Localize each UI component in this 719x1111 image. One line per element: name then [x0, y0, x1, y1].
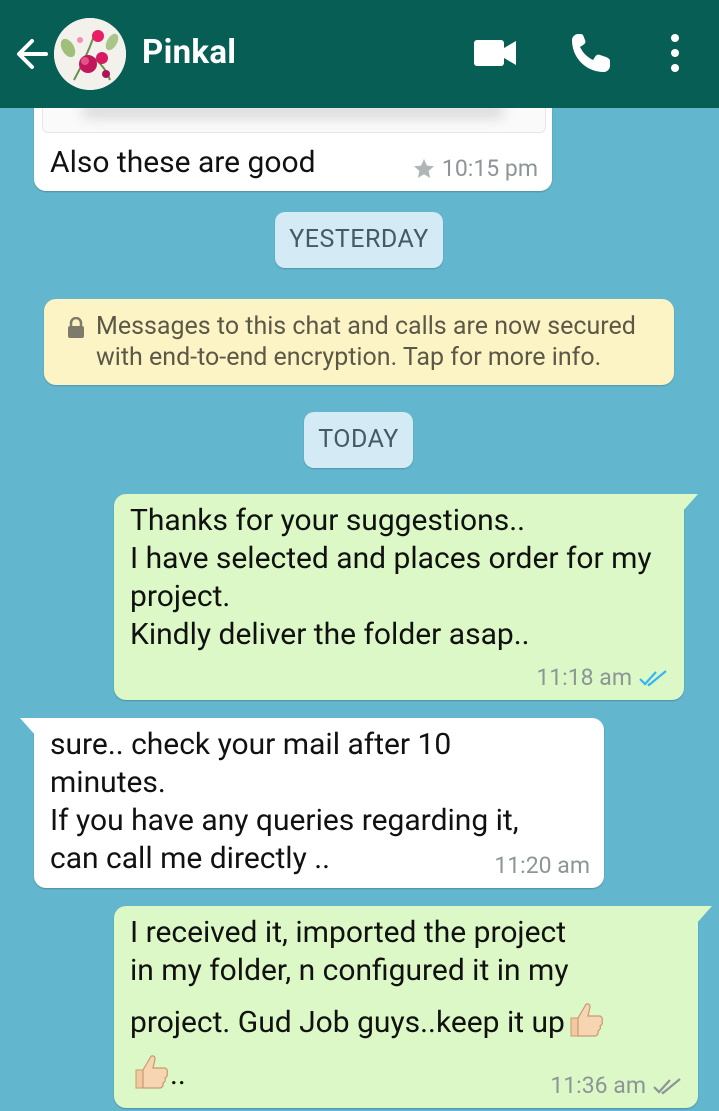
message-line: project. Gud Job guys..keep it up: [130, 1005, 565, 1040]
read-receipt-icon: [639, 670, 667, 687]
message-text: I received it, imported the project in m…: [130, 914, 690, 1094]
thumbs-up-emoji-icon: [135, 1055, 168, 1089]
message-time: 10:15 pm: [441, 155, 538, 182]
star-icon: [413, 159, 434, 178]
video-call-icon[interactable]: [470, 30, 520, 76]
message-time: 11:20 am: [494, 852, 590, 879]
message-line: ..: [170, 1057, 186, 1092]
contact-name[interactable]: Pinkal: [142, 33, 236, 73]
back-arrow-icon[interactable]: [12, 34, 52, 74]
date-divider-today: TODAY: [304, 412, 413, 468]
message-text: Also these are good: [50, 145, 316, 180]
message-meta: 10:15 pm: [412, 153, 538, 185]
message-meta: 11:20 am: [494, 850, 590, 882]
message-line-with-emoji: project. Gud Job guys..keep it up: [130, 998, 690, 1042]
more-options-icon[interactable]: [660, 30, 690, 76]
message-line: in my folder, n configured it in my: [130, 953, 569, 988]
lock-icon: [68, 317, 84, 338]
message-text: sure.. check your mail after 10 minutes.…: [50, 727, 519, 876]
message-incoming-2[interactable]: sure.. check your mail after 10 minutes.…: [20, 718, 604, 888]
floral-avatar-image: [54, 18, 126, 90]
date-label: YESTERDAY: [289, 225, 429, 254]
message-time: 11:36 am: [550, 1072, 646, 1099]
message-line: I received it, imported the project: [130, 915, 567, 950]
phone-call-icon[interactable]: [566, 30, 616, 76]
bubble-tail: [696, 906, 712, 924]
delivered-receipt-icon: [653, 1078, 681, 1095]
message-meta: 11:36 am: [550, 1070, 682, 1102]
contact-avatar[interactable]: [54, 18, 126, 90]
message-meta: 11:18 am: [536, 662, 668, 694]
message-outgoing-2[interactable]: I received it, imported the project in m…: [114, 906, 712, 1108]
message-time: 11:18 am: [536, 664, 632, 691]
date-divider-yesterday: YESTERDAY: [275, 212, 443, 268]
bubble-tail: [20, 718, 36, 736]
message-text: Thanks for your suggestions.. I have sel…: [130, 503, 652, 652]
date-label: TODAY: [318, 425, 399, 454]
encryption-notice[interactable]: Messages to this chat and calls are now …: [44, 299, 674, 385]
message-outgoing-1[interactable]: Thanks for your suggestions.. I have sel…: [114, 494, 698, 700]
chat-header: Pinkal: [0, 0, 719, 108]
bubble-tail: [682, 494, 698, 512]
thumbs-up-emoji-icon: [570, 1003, 603, 1037]
encryption-notice-text: Messages to this chat and calls are now …: [96, 312, 636, 372]
